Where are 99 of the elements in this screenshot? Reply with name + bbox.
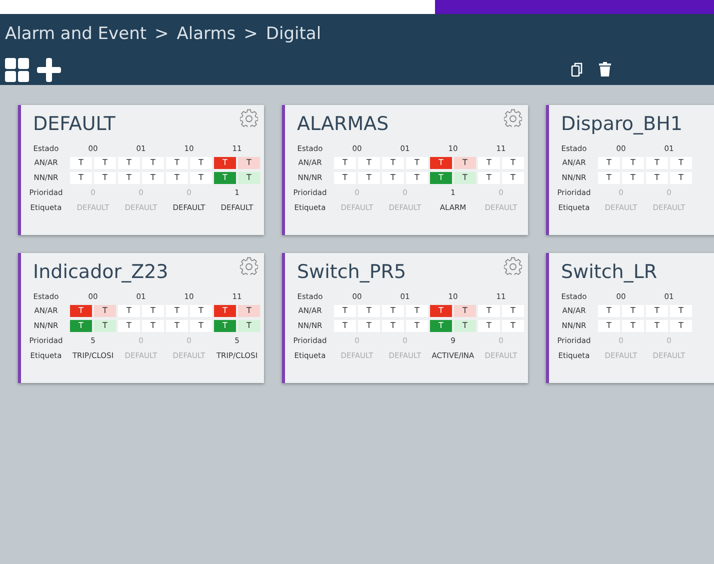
state-toggle[interactable]: T: [622, 172, 644, 184]
state-toggle[interactable]: T: [478, 320, 500, 332]
state-toggle[interactable]: T: [118, 157, 140, 170]
settings-icon[interactable]: [504, 257, 522, 275]
state-toggle[interactable]: T: [70, 172, 92, 184]
state-toggle[interactable]: T: [670, 157, 692, 170]
state-toggle[interactable]: T: [502, 172, 524, 184]
state-toggle[interactable]: T: [238, 172, 260, 184]
state-toggle[interactable]: T: [70, 320, 92, 332]
state-toggle[interactable]: T: [502, 320, 524, 332]
state-toggle[interactable]: T: [166, 172, 188, 184]
state-toggle[interactable]: T: [622, 320, 644, 332]
state-toggle[interactable]: T: [358, 172, 380, 184]
settings-icon[interactable]: [240, 257, 258, 275]
state-toggle[interactable]: T: [478, 157, 500, 170]
card-title: Disparo_BH1: [560, 112, 682, 137]
state-toggle[interactable]: T: [334, 172, 356, 184]
state-toggle[interactable]: T: [382, 320, 404, 332]
state-toggle[interactable]: T: [214, 172, 236, 184]
card-title: Switch_PR5: [296, 260, 406, 285]
state-toggle[interactable]: T: [166, 157, 188, 170]
state-toggle[interactable]: T: [94, 320, 116, 332]
state-toggle[interactable]: T: [670, 320, 692, 332]
state-toggle[interactable]: T: [670, 305, 692, 318]
state-toggle[interactable]: T: [646, 305, 668, 318]
state-toggle[interactable]: T: [358, 157, 380, 170]
state-toggle[interactable]: T: [454, 320, 476, 332]
state-toggle[interactable]: T: [598, 157, 620, 170]
state-toggle[interactable]: T: [166, 320, 188, 332]
state-toggle[interactable]: T: [190, 157, 212, 170]
state-toggle[interactable]: T: [142, 157, 164, 170]
state-toggle[interactable]: T: [622, 305, 644, 318]
state-toggle[interactable]: T: [70, 305, 92, 318]
copy-icon[interactable]: [571, 62, 583, 77]
state-toggle[interactable]: T: [646, 320, 668, 332]
state-toggle[interactable]: T: [454, 305, 476, 318]
card-title: Switch_LR: [560, 260, 658, 285]
state-toggle[interactable]: T: [406, 157, 428, 170]
card-title: DEFAULT: [32, 112, 116, 137]
state-toggle[interactable]: T: [190, 172, 212, 184]
state-toggle[interactable]: T: [214, 157, 236, 170]
state-toggle[interactable]: T: [358, 305, 380, 318]
trash-icon[interactable]: [599, 62, 611, 77]
settings-icon[interactable]: [504, 109, 522, 127]
state-toggle[interactable]: T: [646, 157, 668, 170]
state-toggle[interactable]: T: [502, 305, 524, 318]
state-toggle[interactable]: T: [406, 172, 428, 184]
breadcrumb-separator: >: [154, 23, 169, 46]
state-toggle[interactable]: T: [430, 157, 452, 170]
breadcrumb-link[interactable]: Alarms: [176, 22, 236, 48]
state-toggle[interactable]: T: [70, 157, 92, 170]
state-toggle[interactable]: T: [214, 320, 236, 332]
state-toggle[interactable]: T: [166, 305, 188, 318]
state-toggle[interactable]: T: [238, 320, 260, 332]
state-toggle[interactable]: T: [334, 320, 356, 332]
state-toggle[interactable]: T: [94, 157, 116, 170]
state-toggle[interactable]: T: [118, 305, 140, 318]
state-toggle[interactable]: T: [670, 172, 692, 184]
state-toggle[interactable]: T: [382, 305, 404, 318]
state-toggle[interactable]: T: [142, 172, 164, 184]
state-toggle[interactable]: T: [430, 305, 452, 318]
state-toggle[interactable]: T: [598, 172, 620, 184]
state-toggle[interactable]: T: [454, 157, 476, 170]
state-toggle[interactable]: T: [478, 172, 500, 184]
grid-icon[interactable]: [5, 58, 29, 82]
plus-icon[interactable]: [37, 58, 61, 82]
state-toggle[interactable]: T: [238, 157, 260, 170]
state-toggle[interactable]: T: [334, 305, 356, 318]
state-toggle[interactable]: T: [358, 320, 380, 332]
settings-icon[interactable]: [240, 109, 258, 127]
state-toggle[interactable]: T: [382, 172, 404, 184]
state-toggle[interactable]: T: [430, 172, 452, 184]
state-toggle[interactable]: T: [646, 172, 668, 184]
card-title: Indicador_Z23: [32, 260, 168, 285]
state-toggle[interactable]: T: [334, 157, 356, 170]
state-toggle[interactable]: T: [622, 157, 644, 170]
state-toggle[interactable]: T: [406, 320, 428, 332]
state-toggle[interactable]: T: [430, 320, 452, 332]
card-title: ALARMAS: [296, 112, 389, 137]
state-toggle[interactable]: T: [94, 305, 116, 318]
breadcrumb-separator: >: [244, 23, 258, 46]
state-toggle[interactable]: T: [478, 305, 500, 318]
state-toggle[interactable]: T: [598, 305, 620, 318]
state-toggle[interactable]: T: [118, 320, 140, 332]
state-toggle[interactable]: T: [94, 172, 116, 184]
state-toggle[interactable]: T: [502, 157, 524, 170]
state-toggle[interactable]: T: [142, 305, 164, 318]
state-toggle[interactable]: T: [214, 305, 236, 318]
state-toggle[interactable]: T: [406, 305, 428, 318]
state-toggle[interactable]: T: [142, 320, 164, 332]
state-toggle[interactable]: T: [118, 172, 140, 184]
state-toggle[interactable]: T: [598, 320, 620, 332]
breadcrumb-link[interactable]: Alarm and Event: [5, 22, 147, 48]
state-toggle[interactable]: T: [190, 305, 212, 318]
breadcrumb-link[interactable]: Digital: [266, 22, 322, 48]
state-toggle[interactable]: T: [454, 172, 476, 184]
state-toggle[interactable]: T: [238, 305, 260, 318]
state-toggle[interactable]: T: [382, 157, 404, 170]
state-toggle[interactable]: T: [190, 320, 212, 332]
